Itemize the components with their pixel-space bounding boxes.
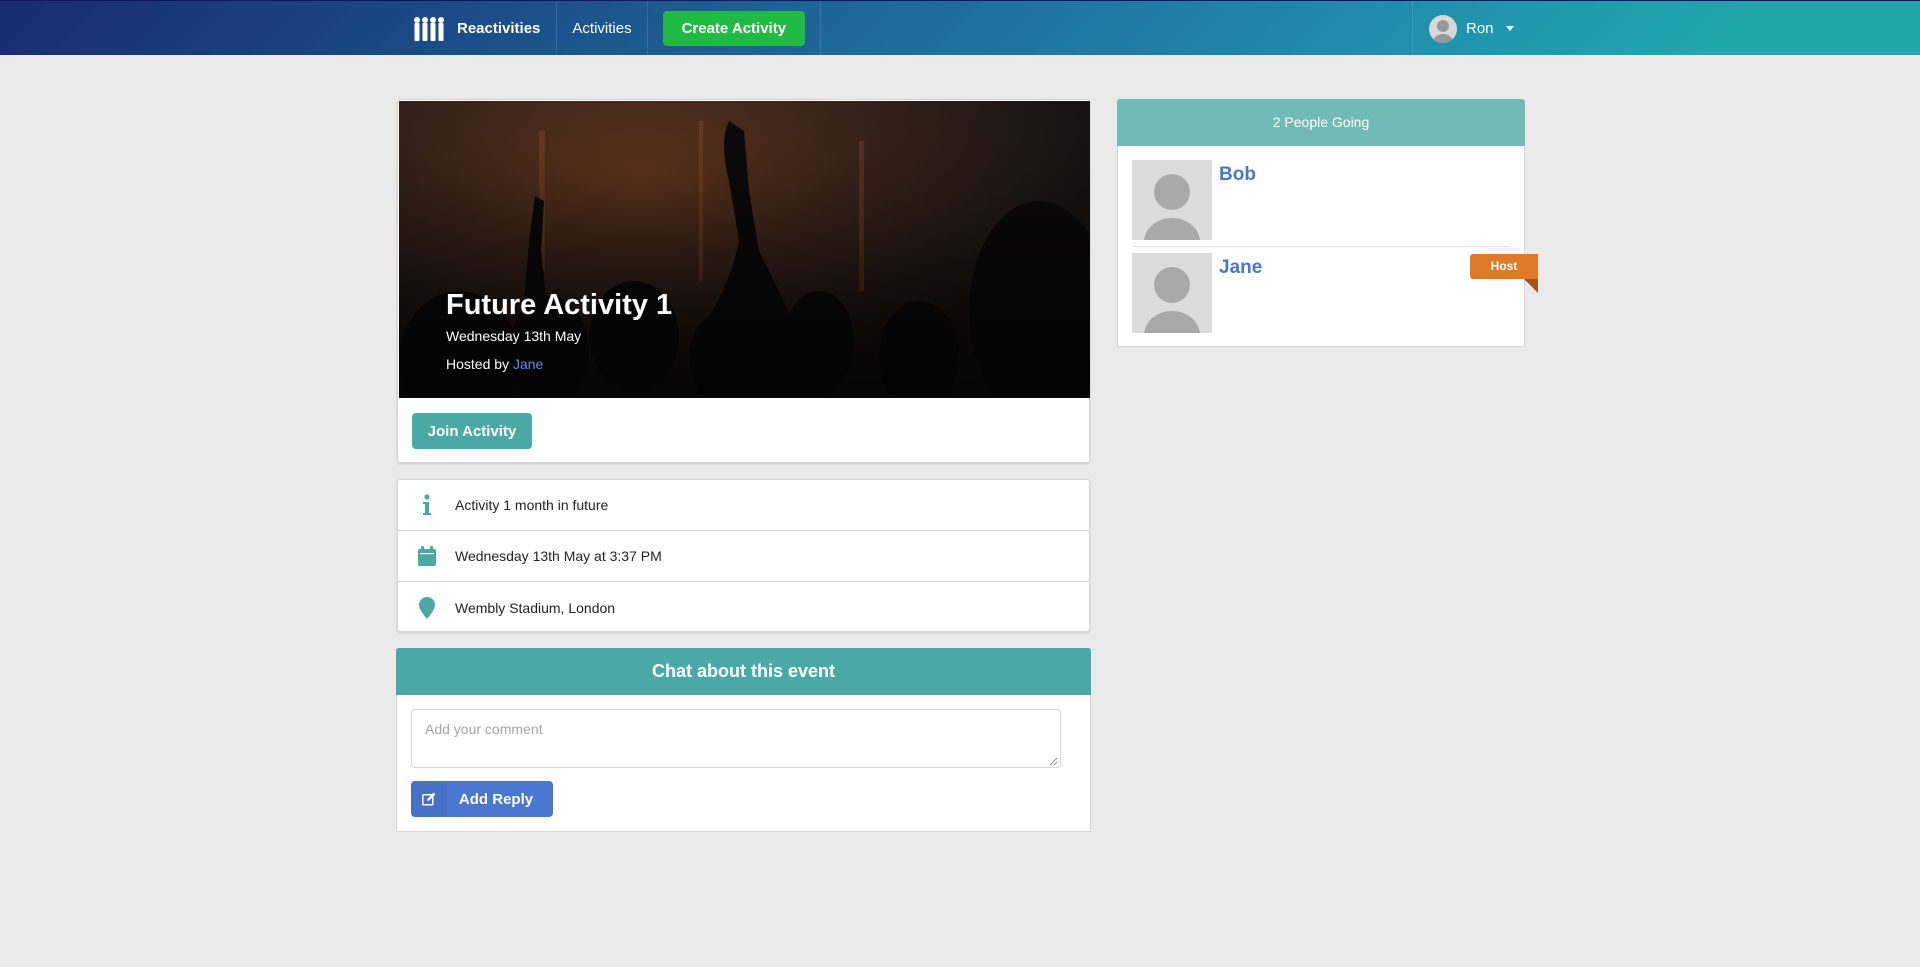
info-icon [398, 494, 455, 516]
brand-link[interactable]: Reactivities [397, 1, 558, 56]
detail-venue-text: Wembly Stadium, London [455, 599, 616, 616]
attendee-item: Bob [1132, 160, 1510, 240]
create-activity-button[interactable]: Create Activity [662, 11, 806, 46]
attendee-name[interactable]: Jane [1219, 257, 1262, 279]
detail-description: Activity 1 month in future [398, 480, 1089, 531]
activity-title: Future Activity 1 [446, 289, 673, 321]
calendar-icon [398, 546, 455, 566]
detail-venue: Wembly Stadium, London [398, 582, 1089, 633]
attendees-header: 2 People Going [1117, 99, 1525, 146]
hosted-by: Hosted by Jane [446, 356, 672, 372]
chat-body: Add Reply [396, 695, 1091, 832]
map-marker-icon [398, 596, 455, 619]
host-badge: Host [1470, 254, 1538, 279]
hosted-by-label: Hosted by [446, 356, 510, 372]
chat-header: Chat about this event [396, 648, 1091, 695]
logo-icon [413, 16, 447, 42]
attendee-item: Jane [1132, 253, 1510, 333]
user-avatar [1429, 14, 1457, 43]
detail-datetime: Wednesday 13th May at 3:37 PM [398, 531, 1089, 582]
attendees-list: Bob Jane [1117, 146, 1525, 347]
nav-activities-link[interactable]: Activities [557, 1, 648, 56]
attendee-divider [1132, 246, 1510, 247]
comment-input[interactable] [411, 709, 1061, 768]
user-menu[interactable]: Ron [1412, 1, 1532, 56]
resize-handle-icon[interactable] [1049, 757, 1058, 766]
activity-details: Activity 1 month in future Wednesday 13t… [397, 479, 1090, 632]
add-reply-button[interactable]: Add Reply [411, 781, 553, 817]
brand-name: Reactivities [457, 20, 541, 37]
attendee-name[interactable]: Bob [1219, 164, 1256, 186]
user-name: Ron [1466, 20, 1494, 37]
activity-hero-image: Future Activity 1 Wednesday 13th May Hos… [399, 101, 1090, 398]
top-navbar: Reactivities Activities Create Activity … [0, 0, 1920, 56]
hero-text: Future Activity 1 Wednesday 13th May Hos… [446, 289, 672, 372]
attendee-avatar [1132, 253, 1212, 333]
activity-header-card: Future Activity 1 Wednesday 13th May Hos… [397, 99, 1090, 463]
host-badge-fold [1524, 279, 1538, 293]
detail-datetime-text: Wednesday 13th May at 3:37 PM [455, 548, 662, 564]
chevron-down-icon [1505, 26, 1514, 31]
nav-menu: Reactivities Activities Create Activity [397, 1, 822, 56]
edit-icon [411, 781, 447, 817]
join-activity-button[interactable]: Join Activity [412, 413, 532, 449]
activity-date: Wednesday 13th May [446, 328, 582, 344]
host-link[interactable]: Jane [513, 356, 543, 372]
add-reply-label: Add Reply [458, 790, 534, 808]
detail-description-text: Activity 1 month in future [455, 497, 609, 513]
attendee-avatar [1132, 160, 1212, 240]
nav-create-wrap: Create Activity [648, 1, 822, 56]
